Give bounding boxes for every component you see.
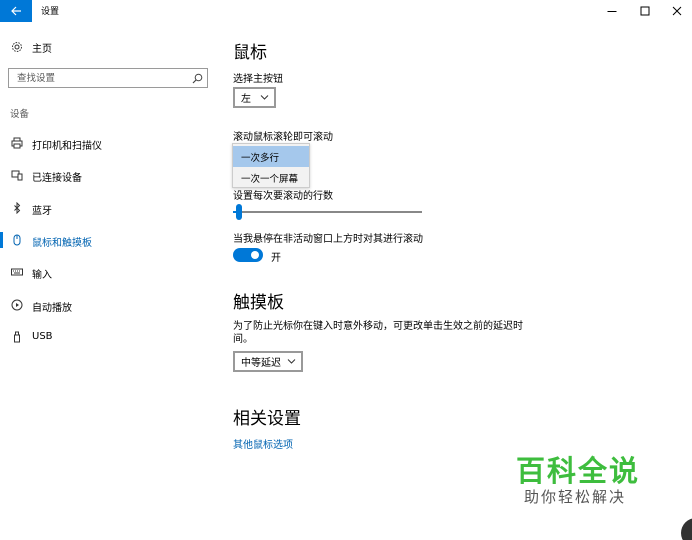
- inactive-scroll-toggle[interactable]: [233, 248, 263, 262]
- title-bar: 设置: [0, 0, 692, 22]
- watermark-slogan: 助你轻松解决: [524, 488, 627, 506]
- sidebar-item-connected-devices[interactable]: 已连接设备: [0, 162, 220, 188]
- other-mouse-options-link[interactable]: 其他鼠标选项: [233, 436, 293, 451]
- sidebar-item-typing[interactable]: 输入: [0, 259, 220, 285]
- maximize-icon: [640, 6, 650, 16]
- close-button[interactable]: [662, 0, 692, 22]
- chevron-down-icon: [260, 95, 269, 100]
- primary-button-label: 选择主按钮: [233, 74, 283, 85]
- connected-devices-icon: [10, 168, 24, 182]
- nav-home-label: 主页: [32, 43, 52, 55]
- scroll-option-multiple-lines[interactable]: 一次多行: [233, 146, 309, 167]
- mouse-icon: [10, 233, 24, 247]
- touchpad-delay-select[interactable]: 中等延迟: [233, 351, 303, 372]
- maximize-button[interactable]: [630, 0, 660, 22]
- sidebar-item-label: 蓝牙: [32, 206, 52, 217]
- scroll-dropdown-list: 一次多行 一次一个屏幕: [232, 143, 310, 188]
- window-title: 设置: [41, 7, 60, 17]
- inactive-scroll-label: 当我悬停在非活动窗口上方时对其进行滚动: [233, 234, 423, 245]
- scroll-label: 滚动鼠标滚轮即可滚动: [233, 132, 333, 143]
- autoplay-icon: [10, 298, 24, 312]
- back-arrow-icon: [11, 6, 21, 16]
- keyboard-icon: [10, 265, 24, 279]
- primary-button-select[interactable]: 左: [233, 87, 276, 108]
- minimize-icon: [607, 11, 617, 12]
- sidebar-item-bluetooth[interactable]: 蓝牙: [0, 195, 220, 221]
- minimize-button[interactable]: [597, 0, 627, 22]
- sidebar-item-usb[interactable]: USB: [0, 324, 220, 350]
- lines-label: 设置每次要滚动的行数: [233, 191, 333, 202]
- lines-slider-track[interactable]: [233, 211, 422, 213]
- gear-icon: [10, 40, 24, 54]
- search-box[interactable]: [8, 68, 208, 88]
- primary-button-value: 左: [241, 94, 251, 105]
- touchpad-delay-description: 为了防止光标你在键入时意外移动，可更改单击生效之前的延迟时间。: [233, 321, 523, 345]
- usb-icon: [10, 330, 24, 344]
- sidebar-item-label: USB: [32, 331, 53, 342]
- touchpad-heading: 触摸板: [233, 293, 284, 313]
- close-icon: [672, 6, 682, 16]
- search-icon: [192, 73, 203, 84]
- active-indicator: [0, 232, 3, 248]
- sidebar-item-printers[interactable]: 打印机和扫描仪: [0, 130, 220, 156]
- section-label-devices: 设备: [10, 109, 30, 120]
- chevron-down-icon: [287, 359, 296, 364]
- inactive-scroll-state: 开: [271, 253, 281, 264]
- sidebar-item-label: 已连接设备: [32, 173, 82, 184]
- sidebar-item-label: 鼠标和触摸板: [32, 238, 92, 249]
- bluetooth-icon: [10, 201, 24, 215]
- watermark-logo-text: 百科全说: [516, 454, 641, 488]
- search-input[interactable]: [17, 72, 187, 85]
- scroll-option-one-screen[interactable]: 一次一个屏幕: [233, 167, 309, 188]
- lines-slider-thumb[interactable]: [236, 204, 242, 220]
- printer-icon: [10, 136, 24, 150]
- mouse-heading: 鼠标: [233, 43, 267, 63]
- nav-home[interactable]: 主页: [0, 36, 220, 58]
- sidebar-item-label: 打印机和扫描仪: [32, 141, 102, 152]
- touchpad-delay-value: 中等延迟: [241, 358, 281, 369]
- sidebar-item-autoplay[interactable]: 自动播放: [0, 292, 220, 318]
- corner-decoration: [681, 518, 692, 540]
- toggle-knob: [251, 251, 259, 259]
- sidebar-item-label: 自动播放: [32, 303, 72, 314]
- sidebar-item-mouse-touchpad[interactable]: 鼠标和触摸板: [0, 227, 220, 253]
- sidebar-item-label: 输入: [32, 270, 52, 281]
- related-heading: 相关设置: [233, 409, 301, 429]
- back-button[interactable]: [0, 0, 32, 22]
